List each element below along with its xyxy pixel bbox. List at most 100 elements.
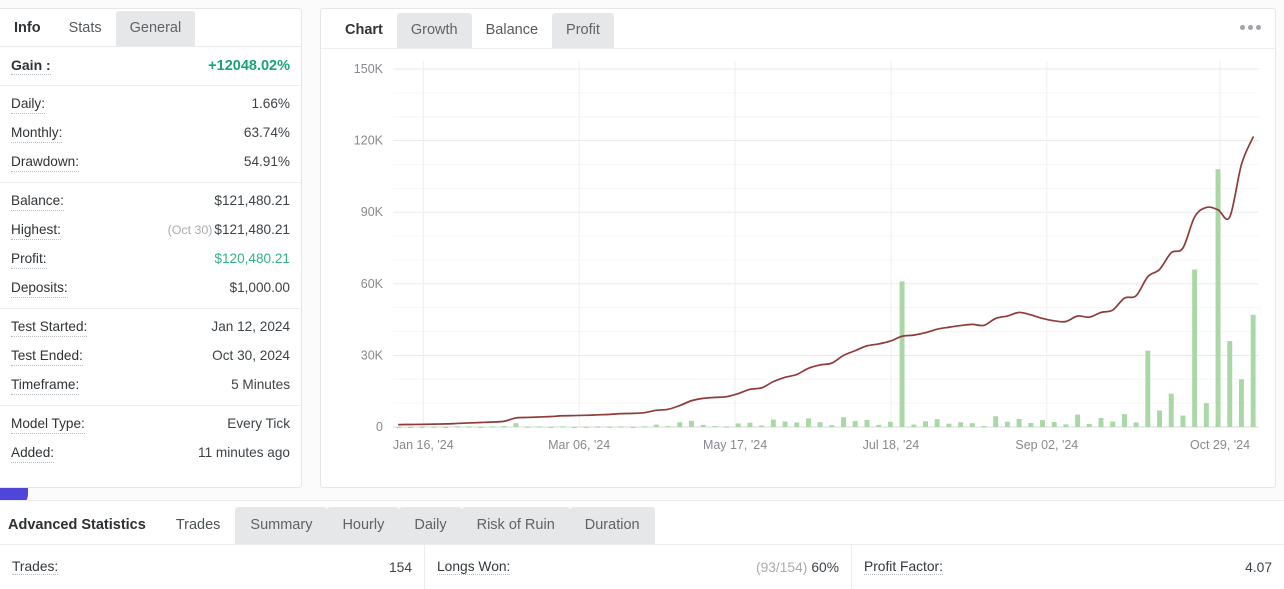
chart-bar: [431, 426, 437, 428]
chart-bar: [408, 426, 414, 429]
y-axis-tick-label: 120K: [354, 134, 384, 148]
chart-bar: [993, 416, 999, 427]
chart-bar: [969, 423, 975, 427]
info-group: Test Started: Jan 12, 2024 Test Ended: Oct …: [0, 309, 301, 406]
ellipsis-icon[interactable]: [1240, 25, 1261, 30]
chart-bar: [490, 426, 495, 428]
chart-bar: [876, 424, 882, 427]
chart-bar: [1110, 421, 1116, 427]
x-axis-tick-label: Oct 29, '24: [1190, 438, 1250, 452]
chart-bar: [501, 426, 507, 428]
bottom-tab-risk-of-ruin[interactable]: Risk of Ruin: [461, 507, 570, 544]
info-row-value-text: $121,480.21: [214, 222, 290, 237]
stat-value-text: 60%: [811, 559, 839, 575]
advanced-statistics-tabbar: Advanced Statistics Trades Summary Hourly Da…: [0, 501, 1284, 545]
info-row-label: Drawdown:: [11, 153, 79, 172]
stat-label: Profit Factor:: [864, 559, 943, 575]
info-row-timeframe: Timeframe: 5 Minutes: [0, 371, 301, 400]
bottom-tab-summary[interactable]: Summary: [235, 507, 328, 544]
stat-cell-profit-factor: Profit Factor: 4.07: [852, 545, 1284, 589]
chart-bar: [700, 424, 706, 427]
info-row-deposits: Deposits: $1,000.00: [0, 274, 301, 303]
info-stats-list: Gain : +12048.02% Daily: 1.66% Monthly: 63.74…: [0, 47, 301, 473]
bottom-tab-hourly[interactable]: Hourly: [327, 507, 400, 544]
info-group: Gain : +12048.02%: [0, 47, 301, 86]
info-row-label: Timeframe:: [11, 376, 80, 395]
bottom-tab-duration[interactable]: Duration: [569, 507, 655, 544]
chart-bar: [923, 421, 928, 427]
chart-bar: [642, 426, 648, 428]
x-axis-tick-label: Mar 06, '24: [548, 438, 610, 452]
bar-series-profit-per-period: [396, 169, 1256, 429]
chart-bar: [419, 426, 425, 428]
chart-bar: [1075, 414, 1081, 427]
x-axis-tick-label: Jul 18, '24: [863, 438, 920, 452]
chart-bar: [1145, 350, 1151, 427]
chart-bar: [981, 426, 987, 428]
info-row-value: (Oct 30) $121,480.21: [168, 221, 290, 239]
chart-tab-growth[interactable]: Growth: [396, 13, 472, 48]
chart-card: Chart Growth Balance Profit 0 30K 60K 90K 120K 1…: [320, 8, 1276, 488]
chart-bar: [1203, 403, 1209, 427]
bottom-tab-daily[interactable]: Daily: [399, 507, 462, 544]
chart-bar: [1238, 379, 1244, 427]
stat-value: (93/154) 60%: [756, 560, 839, 575]
chart-bar: [958, 422, 964, 427]
info-row-model-type: Model Type: Every Tick: [0, 410, 301, 439]
chart-bar: [841, 417, 847, 427]
chart-bar: [688, 420, 694, 427]
info-row-profit: Profit: $120,480.21: [0, 245, 301, 274]
bottom-tab-trades[interactable]: Trades: [160, 507, 236, 544]
panel-title-advanced-statistics: Advanced Statistics: [8, 517, 146, 533]
chart-tab-balance[interactable]: Balance: [471, 13, 553, 48]
info-tab-general[interactable]: General: [115, 11, 196, 46]
chart-bar: [794, 422, 800, 427]
chart-tabbar: Chart Growth Balance Profit: [321, 9, 1275, 49]
info-row-value: $120,480.21: [214, 251, 290, 266]
chart-tab-profit[interactable]: Profit: [552, 13, 614, 48]
info-row-drawdown: Drawdown: 54.91%: [0, 148, 301, 177]
advanced-statistics-panel: Advanced Statistics Trades Summary Hourly Da…: [0, 500, 1284, 589]
info-row-test-ended: Test Ended: Oct 30, 2024: [0, 342, 301, 371]
line-series-balance: [398, 136, 1254, 426]
y-axis-tick-label: 150K: [354, 62, 384, 76]
chart-bar: [583, 426, 589, 428]
info-group: Model Type: Every Tick Added: 11 minutes ag…: [0, 406, 301, 473]
info-row-label: Balance:: [11, 192, 64, 211]
chart-bar: [1133, 422, 1139, 427]
chart-bar: [525, 426, 531, 428]
info-row-label: Test Started:: [11, 318, 88, 337]
info-row-value: 5 Minutes: [231, 377, 290, 392]
y-axis-tick-label: 0: [376, 420, 383, 434]
chart-bar: [724, 426, 729, 428]
stat-label: Trades:: [12, 559, 59, 575]
chart-bar: [1168, 393, 1174, 427]
chart-bar: [1063, 424, 1069, 427]
info-tab-stats[interactable]: Stats: [54, 11, 116, 46]
chart-bar: [607, 426, 612, 428]
info-row-added: Added: 11 minutes ago: [0, 439, 301, 468]
chart-bar: [735, 423, 741, 427]
chart-bar: [1016, 418, 1022, 427]
info-row-daily: Daily: 1.66%: [0, 90, 301, 119]
chart-bar: [770, 419, 776, 427]
chart-bar: [712, 426, 718, 428]
chart-bar: [443, 426, 449, 429]
chart-bar: [1121, 414, 1127, 427]
x-axis-tick-label: Sep 02, '24: [1015, 438, 1078, 452]
chart-bar: [1040, 420, 1045, 427]
trades-stats-row: Trades: 154 Longs Won: (93/154) 60% Profit Fa…: [0, 545, 1284, 589]
chart-bar: [829, 425, 835, 427]
info-row-value: 54.91%: [243, 154, 290, 169]
chart-tab-chart[interactable]: Chart: [331, 13, 397, 48]
info-panel: Info Stats General Gain : +12048.02% Daily: 1…: [0, 8, 302, 488]
info-tab-info[interactable]: Info: [0, 11, 55, 46]
chart-bar: [1250, 314, 1256, 427]
info-row-label: Model Type:: [11, 415, 85, 434]
info-row-value: 63.74%: [243, 125, 290, 140]
info-row-test-started: Test Started: Jan 12, 2024: [0, 313, 301, 342]
info-row-label: Test Ended:: [11, 347, 83, 366]
chart-bar: [478, 426, 484, 428]
info-group: Balance: $121,480.21 Highest: (Oct 30) $121,…: [0, 183, 301, 309]
info-row-label: Added:: [11, 444, 55, 463]
